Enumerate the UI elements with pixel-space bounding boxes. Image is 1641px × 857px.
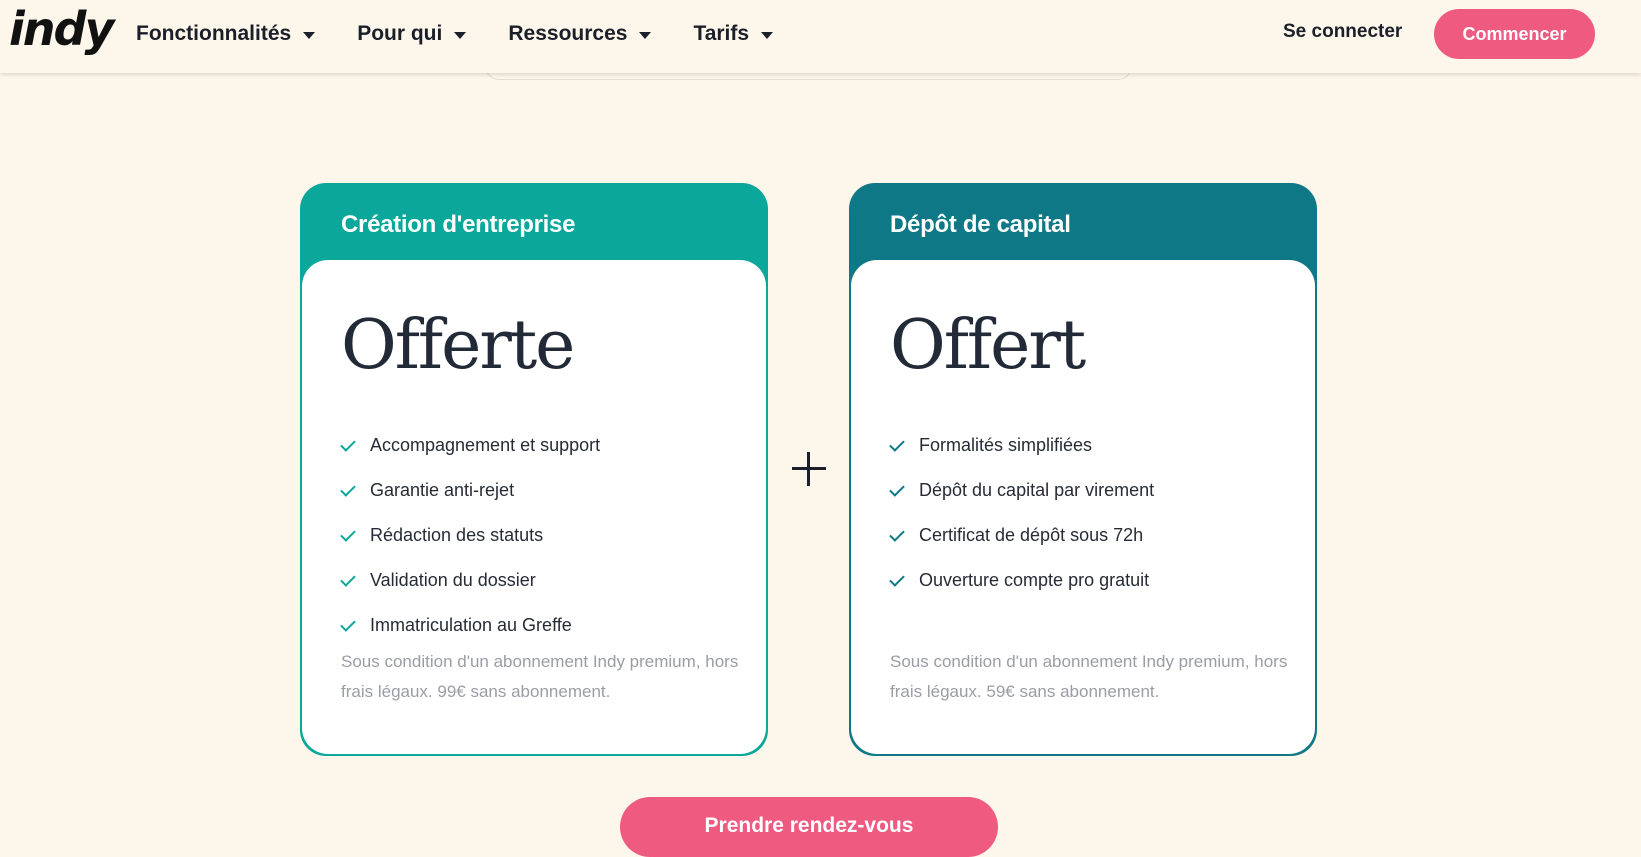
nav-item-pour-qui[interactable]: Pour qui bbox=[357, 22, 467, 46]
start-button[interactable]: Commencer bbox=[1434, 9, 1595, 59]
feature-item: Ouverture compte pro gratuit bbox=[889, 558, 1154, 603]
feature-text: Rédaction des statuts bbox=[370, 525, 544, 545]
card-body: Offerte Accompagnement et support Garant… bbox=[302, 260, 766, 754]
check-icon bbox=[889, 435, 905, 452]
feature-item: Rédaction des statuts bbox=[340, 513, 600, 558]
feature-item: Immatriculation au Greffe bbox=[340, 603, 600, 648]
feature-text: Ouverture compte pro gratuit bbox=[919, 570, 1150, 590]
check-icon bbox=[340, 435, 356, 452]
card-title: Dépôt de capital bbox=[890, 211, 1071, 238]
caret-down-icon bbox=[303, 31, 316, 39]
feature-item: Dépôt du capital par virement bbox=[889, 468, 1155, 513]
check-icon bbox=[889, 525, 905, 542]
feature-item: Certificat de dépôt sous 72h bbox=[889, 513, 1154, 558]
pricing-card-creation: Création d'entreprise Offerte Accompagne… bbox=[300, 183, 768, 756]
nav-item-label: Tarifs bbox=[693, 22, 750, 45]
card-title: Création d'entreprise bbox=[341, 211, 576, 238]
feature-list: Accompagnement et support Garantie anti-… bbox=[340, 423, 601, 648]
book-appointment-button[interactable]: Prendre rendez-vous bbox=[620, 797, 998, 857]
price-label: Offert bbox=[890, 306, 1086, 385]
nav-item-label: Ressources bbox=[508, 22, 628, 45]
check-icon bbox=[340, 480, 356, 497]
check-icon bbox=[340, 615, 356, 632]
caret-down-icon bbox=[639, 31, 652, 39]
main-nav: Fonctionnalités Pour qui Ressources Tari… bbox=[136, 0, 815, 68]
check-icon bbox=[889, 480, 905, 497]
feature-text: Certificat de dépôt sous 72h bbox=[919, 525, 1144, 545]
plus-icon bbox=[792, 452, 826, 486]
price-label: Offerte bbox=[341, 306, 575, 385]
nav-item-label: Fonctionnalités bbox=[136, 22, 292, 45]
card-footnote: Sous condition d'un abonnement Indy prem… bbox=[890, 652, 1288, 701]
pricing-card-capital: Dépôt de capital Offert Formalités simpl… bbox=[849, 183, 1317, 756]
nav-item-tarifs[interactable]: Tarifs bbox=[693, 22, 774, 46]
check-icon bbox=[340, 525, 356, 542]
nav-item-label: Pour qui bbox=[357, 22, 443, 45]
top-header: indy Fonctionnalités Pour qui Ressources… bbox=[0, 0, 1641, 73]
check-icon bbox=[340, 570, 356, 587]
feature-text: Validation du dossier bbox=[370, 570, 536, 590]
indy-logo[interactable]: indy bbox=[9, 6, 114, 52]
feature-text: Immatriculation au Greffe bbox=[370, 615, 572, 635]
feature-text: Dépôt du capital par virement bbox=[919, 480, 1155, 500]
login-link[interactable]: Se connecter bbox=[1283, 21, 1402, 43]
feature-text: Accompagnement et support bbox=[370, 435, 601, 455]
nav-item-fonctionnalites[interactable]: Fonctionnalités bbox=[136, 22, 316, 46]
feature-list: Formalités simplifiées Dépôt du capital … bbox=[889, 423, 1155, 603]
check-icon bbox=[889, 570, 905, 587]
feature-item: Formalités simplifiées bbox=[889, 423, 1154, 468]
caret-down-icon bbox=[454, 31, 467, 39]
nav-item-ressources[interactable]: Ressources bbox=[508, 22, 652, 46]
feature-text: Formalités simplifiées bbox=[919, 435, 1093, 455]
caret-down-icon bbox=[761, 31, 774, 39]
feature-text: Garantie anti-rejet bbox=[370, 480, 515, 500]
card-footnote: Sous condition d'un abonnement Indy prem… bbox=[341, 652, 739, 701]
feature-item: Accompagnement et support bbox=[340, 423, 601, 468]
feature-item: Garantie anti-rejet bbox=[340, 468, 600, 513]
feature-item: Validation du dossier bbox=[340, 558, 600, 603]
card-body: Offert Formalités simplifiées Dépôt du c… bbox=[851, 260, 1315, 754]
